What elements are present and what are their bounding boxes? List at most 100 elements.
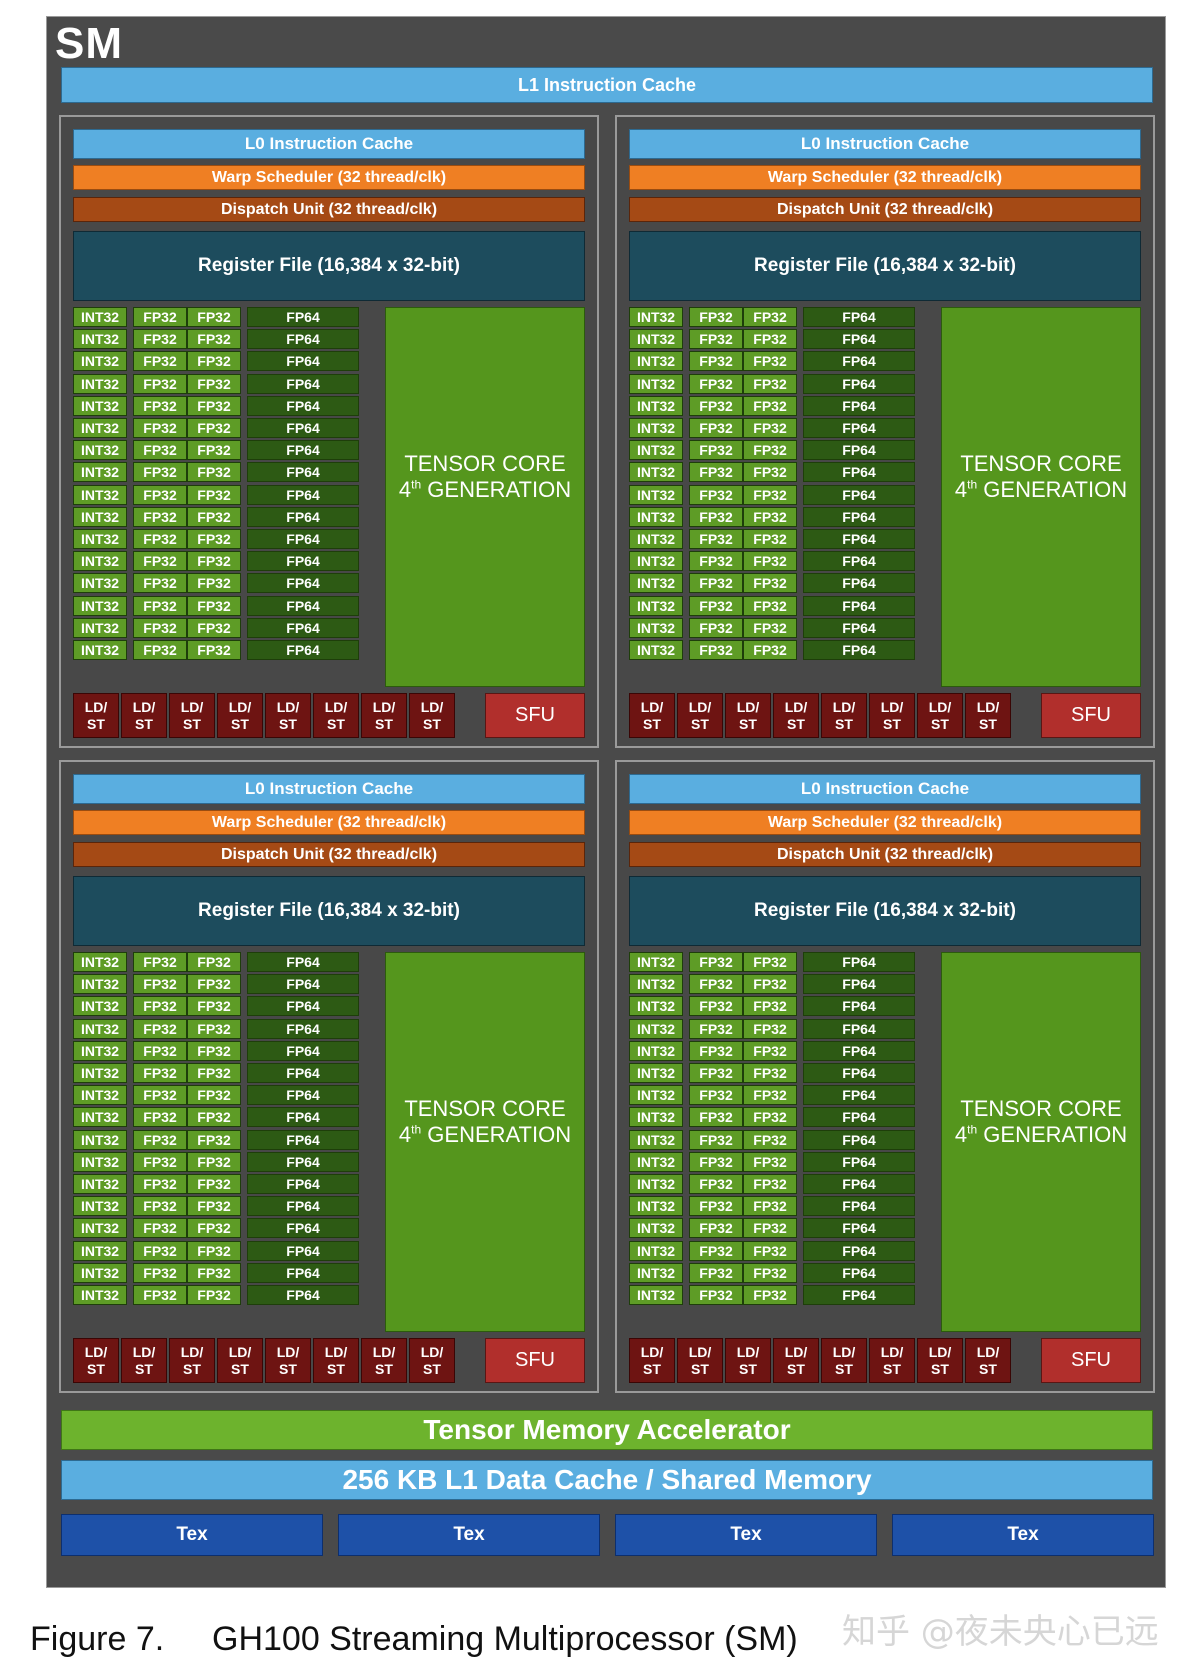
figure-caption: Figure 7. GH100 Streaming Multiprocessor … xyxy=(30,1620,798,1659)
fp32-core: FP32 xyxy=(187,974,241,995)
fp32-core: FP32 xyxy=(133,373,187,394)
fp32-core: FP32 xyxy=(133,1240,187,1261)
fp32-core: FP32 xyxy=(133,595,187,616)
ldst-label-top: LD/ xyxy=(276,1343,300,1360)
ldst-unit: LD/ST xyxy=(629,693,675,738)
ldst-label-top: LD/ xyxy=(784,1343,808,1360)
ldst-label-bottom: ST xyxy=(883,1360,901,1377)
warp-scheduler: Warp Scheduler (32 thread/clk) xyxy=(73,810,585,835)
fp32-core: FP32 xyxy=(689,617,743,638)
fp32-core: FP32 xyxy=(187,952,241,972)
fp32-core: FP32 xyxy=(133,640,187,660)
fp64-core: FP64 xyxy=(247,373,359,394)
generation-number: 4 xyxy=(954,477,968,502)
int32-core: INT32 xyxy=(629,506,683,527)
fp64-core: FP64 xyxy=(247,595,359,616)
int32-core: INT32 xyxy=(629,395,683,416)
fp32-core: FP32 xyxy=(133,1107,187,1128)
ldst-label-top: LD/ xyxy=(688,1343,712,1360)
fp32-core: FP32 xyxy=(689,1196,743,1217)
fp64-core: FP64 xyxy=(247,1040,359,1061)
ldst-label-top: LD/ xyxy=(276,698,300,715)
ldst-unit: LD/ST xyxy=(73,1338,119,1383)
fp32-core: FP32 xyxy=(133,996,187,1017)
ldst-unit: LD/ST xyxy=(917,693,963,738)
register-file: Register File (16,384 x 32-bit) xyxy=(629,231,1141,301)
fp32-core: FP32 xyxy=(187,1040,241,1061)
processing-block-2: L0 Instruction Cache Warp Scheduler (32 t… xyxy=(615,115,1155,748)
fp64-core: FP64 xyxy=(247,1218,359,1239)
tex-unit: Tex xyxy=(615,1514,877,1556)
fp32-core: FP32 xyxy=(689,395,743,416)
tensor-memory-accelerator: Tensor Memory Accelerator xyxy=(61,1410,1153,1450)
fp64-core: FP64 xyxy=(803,395,915,416)
ldst-label-bottom: ST xyxy=(423,1360,441,1377)
fp32-core: FP32 xyxy=(689,1218,743,1239)
fp64-core: FP64 xyxy=(803,506,915,527)
ldst-label-bottom: ST xyxy=(135,1360,153,1377)
ldst-label-top: LD/ xyxy=(228,698,252,715)
fp64-core: FP64 xyxy=(803,974,915,995)
fp32-core: FP32 xyxy=(689,1085,743,1106)
fp32-core: FP32 xyxy=(133,506,187,527)
ldst-label-bottom: ST xyxy=(423,715,441,732)
fp32-core: FP32 xyxy=(743,351,797,372)
fp64-core: FP64 xyxy=(247,1174,359,1194)
int32-core: INT32 xyxy=(73,373,127,394)
fp32-core: FP32 xyxy=(743,1085,797,1106)
fp32-core: FP32 xyxy=(743,1018,797,1039)
fp32-core: FP32 xyxy=(133,1040,187,1061)
fp64-core: FP64 xyxy=(247,395,359,416)
fp32-core: FP32 xyxy=(689,329,743,350)
dispatch-unit: Dispatch Unit (32 thread/clk) xyxy=(73,197,585,222)
ldst-unit: LD/ST xyxy=(725,693,771,738)
int32-core: INT32 xyxy=(629,1107,683,1128)
l0-instruction-cache: L0 Instruction Cache xyxy=(629,774,1141,804)
tensor-core-label: TENSOR CORE xyxy=(960,1096,1122,1121)
int32-core: INT32 xyxy=(629,529,683,549)
int32-core: INT32 xyxy=(629,952,683,972)
fp32-core: FP32 xyxy=(133,529,187,549)
fp32-core: FP32 xyxy=(689,1174,743,1194)
tensor-core-label: TENSOR CORE xyxy=(404,1096,566,1121)
ldst-label-top: LD/ xyxy=(372,698,396,715)
fp64-core: FP64 xyxy=(247,506,359,527)
register-file: Register File (16,384 x 32-bit) xyxy=(73,876,585,946)
fp32-core: FP32 xyxy=(689,351,743,372)
int32-core: INT32 xyxy=(73,1196,127,1217)
fp64-core: FP64 xyxy=(247,1107,359,1128)
int32-core: INT32 xyxy=(629,551,683,572)
ldst-label-top: LD/ xyxy=(372,1343,396,1360)
ldst-label-top: LD/ xyxy=(228,1343,252,1360)
fp32-core: FP32 xyxy=(743,1262,797,1283)
l0-instruction-cache: L0 Instruction Cache xyxy=(629,129,1141,159)
processing-block-3: L0 Instruction Cache Warp Scheduler (32 t… xyxy=(59,760,599,1393)
fp32-core: FP32 xyxy=(133,329,187,350)
ldst-label-top: LD/ xyxy=(832,1343,856,1360)
fp32-core: FP32 xyxy=(133,974,187,995)
tensor-core: TENSOR CORE 4th GENERATION xyxy=(941,952,1141,1332)
fp32-core: FP32 xyxy=(133,952,187,972)
int32-core: INT32 xyxy=(73,1174,127,1194)
fp32-core: FP32 xyxy=(187,440,241,461)
ldst-label-top: LD/ xyxy=(736,1343,760,1360)
tensor-core-generation: 4th GENERATION xyxy=(399,477,571,503)
fp64-core: FP64 xyxy=(803,952,915,972)
fp32-core: FP32 xyxy=(187,1085,241,1106)
fp32-core: FP32 xyxy=(133,1262,187,1283)
fp64-core: FP64 xyxy=(247,974,359,995)
fp32-core: FP32 xyxy=(689,974,743,995)
fp32-core: FP32 xyxy=(187,418,241,438)
ldst-label-bottom: ST xyxy=(183,715,201,732)
fp32-core: FP32 xyxy=(743,1240,797,1261)
ldst-label-top: LD/ xyxy=(928,1343,952,1360)
fp64-core: FP64 xyxy=(247,462,359,483)
generation-text: GENERATION xyxy=(427,1122,572,1147)
fp32-core: FP32 xyxy=(689,462,743,483)
tensor-core-generation: 4th GENERATION xyxy=(955,1122,1127,1148)
ldst-label-bottom: ST xyxy=(931,1360,949,1377)
tensor-core-generation: 4th GENERATION xyxy=(955,477,1127,503)
ldst-label-bottom: ST xyxy=(87,715,105,732)
fp32-core: FP32 xyxy=(187,1196,241,1217)
fp32-core: FP32 xyxy=(743,551,797,572)
